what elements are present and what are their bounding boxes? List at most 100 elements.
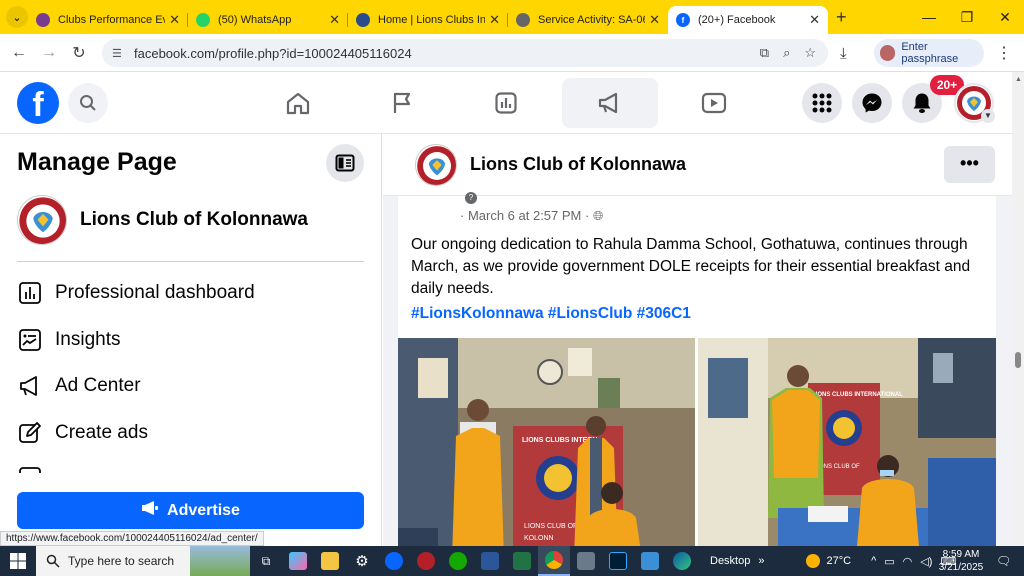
post-timestamp[interactable]: · March 6 at 2:57 PM · 🌐︎ [460, 208, 603, 224]
chart-icon [495, 92, 517, 114]
taskbar-settings[interactable]: ⚙ [346, 546, 378, 576]
menu-grid-button[interactable] [802, 83, 842, 123]
taskbar-photos[interactable] [634, 546, 666, 576]
partial-menu-icon [17, 459, 43, 473]
page-avatar[interactable] [415, 144, 457, 186]
nav-home[interactable] [250, 78, 346, 128]
facebook-search-button[interactable] [68, 83, 108, 123]
scrollbar-thumb[interactable] [1015, 352, 1021, 368]
close-icon[interactable]: ✕ [809, 12, 820, 28]
copilot-icon [289, 552, 307, 570]
taskbar-excel[interactable] [506, 546, 538, 576]
video-icon [701, 92, 727, 114]
status-url: https://www.facebook.com/100024405116024… [0, 531, 264, 546]
taskbar-photoshop[interactable] [602, 546, 634, 576]
nav-ad-center[interactable] [562, 78, 658, 128]
divider [17, 261, 364, 262]
taskbar-app-red[interactable] [410, 546, 442, 576]
taskbar-chrome[interactable] [538, 546, 570, 576]
taskbar-file-explorer[interactable] [314, 546, 346, 576]
pencil-icon [17, 420, 43, 446]
tab-strip: ⌄ Clubs Performance Evalu ✕ (50) WhatsAp… [0, 0, 1024, 34]
close-icon[interactable]: ✕ [169, 12, 180, 28]
post-photo-2[interactable]: LIONS CLUBS INTERNATIONAL LIONS CLUB OF [698, 338, 996, 546]
reload-icon[interactable]: ↻ [64, 43, 94, 63]
windows-taskbar: Type here to search ⧉ ⚙ Desktop » 27°C ^… [0, 546, 1024, 576]
back-arrow-icon[interactable]: ← [4, 44, 34, 62]
install-app-icon[interactable]: ⧉ [760, 45, 769, 61]
page-scrollbar[interactable]: ▲ [1012, 72, 1024, 546]
nav-video[interactable] [666, 78, 762, 128]
taskbar-copilot[interactable] [282, 546, 314, 576]
taskbar-calculator[interactable] [570, 546, 602, 576]
close-icon[interactable]: ✕ [489, 12, 500, 28]
page-avatar [17, 195, 67, 245]
taskbar-clock[interactable]: 8:59 AM 3/21/2025 [934, 548, 988, 574]
browser-menu-icon[interactable]: ⋮ [996, 43, 1012, 63]
scroll-up-icon[interactable]: ▲ [1015, 76, 1022, 83]
url-input[interactable]: ☰ facebook.com/profile.php?id=1000244051… [102, 39, 828, 67]
collapse-panel-button[interactable] [326, 144, 364, 182]
download-icon[interactable]: ⤓ [840, 45, 864, 62]
tab-search-button[interactable]: ⌄ [6, 6, 28, 28]
search-placeholder: Type here to search [68, 554, 175, 568]
forward-arrow-icon[interactable]: → [34, 44, 64, 62]
post-text: Our ongoing dedication to Rahula Damma S… [411, 236, 971, 297]
svg-text:LIONS CLUB OF: LIONS CLUB OF [524, 523, 577, 530]
chevron-up-icon[interactable]: ^ [871, 555, 876, 568]
tab-clubs-performance[interactable]: Clubs Performance Evalu ✕ [28, 6, 188, 34]
facebook-logo-icon[interactable]: f [17, 82, 59, 124]
menu-professional-dashboard[interactable]: Professional dashboard [17, 273, 364, 313]
new-tab-button[interactable]: + [836, 7, 847, 28]
advertise-button[interactable]: Advertise [17, 492, 364, 529]
post-hashtags[interactable]: #LionsKolonnawa #LionsClub #306C1 [411, 305, 691, 323]
menu-ad-center[interactable]: Ad Center [17, 366, 364, 406]
feed-header: Lions Club of Kolonnawa ••• [383, 134, 1012, 196]
post-meta-text: · March 6 at 2:57 PM · [460, 208, 590, 223]
maximize-icon[interactable]: ❐ [948, 0, 986, 34]
tab-lions-home[interactable]: Home | Lions Clubs Inter ✕ [348, 6, 508, 34]
taskbar-word[interactable] [474, 546, 506, 576]
excel-icon [513, 552, 531, 570]
start-button[interactable] [0, 546, 36, 576]
chrome-icon [545, 551, 563, 569]
desktop-toolbar[interactable]: Desktop [710, 555, 750, 567]
chevron-right-icon[interactable]: » [758, 555, 764, 567]
menu-create-ads[interactable]: Create ads [17, 413, 364, 453]
task-view-button[interactable]: ⧉ [250, 546, 282, 576]
tab-facebook[interactable]: f (20+) Facebook ✕ [668, 6, 828, 34]
wifi-icon[interactable]: ◠ [903, 555, 913, 568]
menu-insights[interactable]: Insights [17, 320, 364, 360]
more-options-button[interactable]: ••• [944, 146, 995, 183]
weather-widget[interactable]: 27°C [806, 554, 851, 568]
close-icon[interactable]: ✕ [649, 12, 660, 28]
taskbar-upwork[interactable] [442, 546, 474, 576]
minimize-icon[interactable]: — [910, 0, 948, 34]
search-icon [80, 95, 96, 111]
zoom-icon[interactable]: ⌕ [783, 45, 790, 61]
tab-whatsapp[interactable]: (50) WhatsApp ✕ [188, 6, 348, 34]
nav-pages[interactable] [354, 78, 450, 128]
tab-service-activity[interactable]: Service Activity: SA-069 ✕ [508, 6, 668, 34]
close-icon[interactable]: ✕ [329, 12, 340, 28]
page-name[interactable]: Lions Club of Kolonnawa [470, 154, 686, 175]
page-switcher[interactable]: Lions Club of Kolonnawa [17, 194, 364, 246]
notification-center-icon[interactable]: 🗨︎ [996, 554, 1011, 568]
flag-icon [393, 92, 411, 113]
taskbar-search-input[interactable]: Type here to search [36, 546, 250, 576]
site-info-icon[interactable]: ☰ [112, 47, 126, 60]
network-icon[interactable]: ▭ [884, 555, 894, 568]
chevron-down-icon[interactable]: ▼ [981, 109, 995, 123]
messenger-button[interactable] [852, 83, 892, 123]
volume-icon[interactable]: ◁) [920, 555, 932, 568]
bookmark-star-icon[interactable]: ☆ [804, 45, 816, 61]
window-close-icon[interactable]: ✕ [986, 0, 1024, 34]
profile-passphrase-button[interactable]: Enter passphrase [874, 39, 984, 67]
taskbar-facebook[interactable] [378, 546, 410, 576]
megaphone-icon [17, 373, 43, 399]
window-controls: — ❐ ✕ [910, 0, 1024, 34]
post: ? · March 6 at 2:57 PM · 🌐︎ Our ongoing … [398, 192, 996, 546]
post-photo-1[interactable]: LIONS CLUBS INTERN LIONS CLUB OF KOLONN [398, 338, 695, 546]
taskbar-edge[interactable] [666, 546, 698, 576]
nav-dashboard[interactable] [458, 78, 554, 128]
